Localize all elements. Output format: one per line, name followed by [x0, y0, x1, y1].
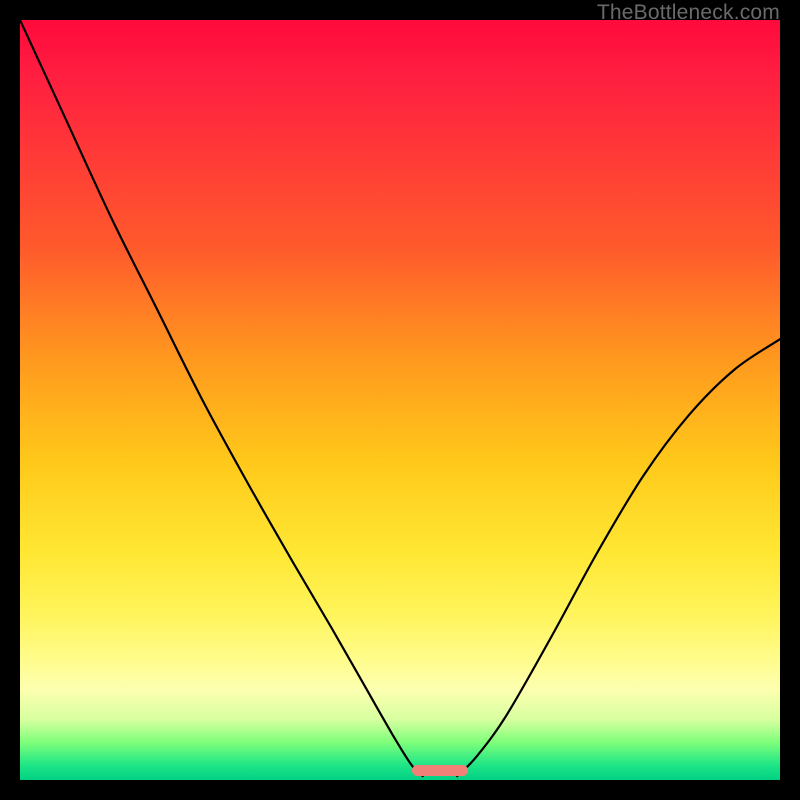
- bottleneck-curve: [20, 20, 780, 780]
- chart-frame: TheBottleneck.com: [0, 0, 800, 800]
- plot-area: [20, 20, 780, 780]
- optimal-range-marker: [412, 765, 468, 776]
